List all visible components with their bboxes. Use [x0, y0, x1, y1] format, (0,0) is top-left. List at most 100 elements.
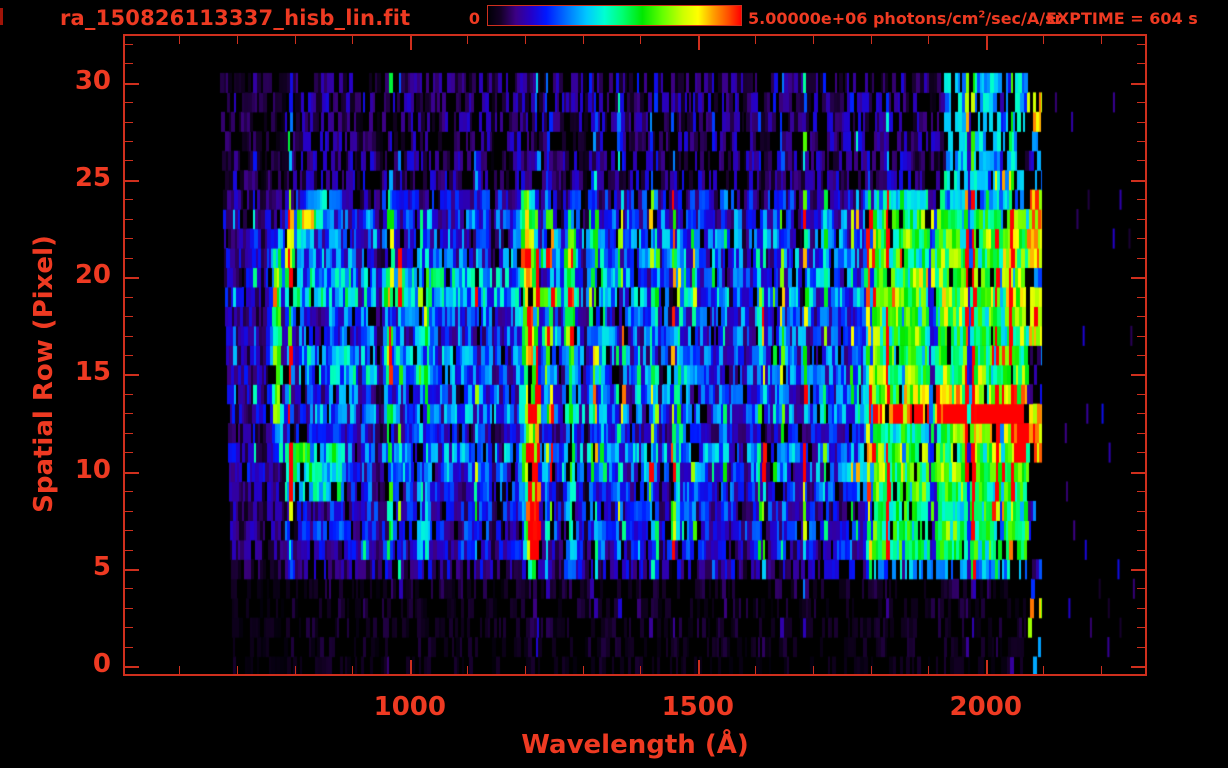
- axis-tick: [1043, 36, 1044, 44]
- axis-tick: [352, 666, 353, 674]
- axis-tick: [125, 258, 133, 259]
- axis-tick: [125, 588, 133, 589]
- axis-tick: [1137, 491, 1145, 492]
- y-tick-label: 20: [47, 260, 111, 290]
- axis-tick: [410, 660, 412, 674]
- axis-tick: [125, 627, 133, 628]
- axis-tick: [1137, 588, 1145, 589]
- axis-tick: [755, 666, 756, 674]
- axis-tick: [1101, 36, 1102, 44]
- y-tick-label: 30: [47, 66, 111, 96]
- axis-tick: [1137, 44, 1145, 45]
- axis-tick: [125, 452, 133, 453]
- page-title: ra_150826113337_hisb_lin.fit: [60, 6, 410, 30]
- axis-tick: [125, 297, 133, 298]
- axis-tick: [1137, 530, 1145, 531]
- axis-tick: [1137, 219, 1145, 220]
- axis-tick: [125, 569, 139, 571]
- axis-tick: [525, 36, 526, 44]
- spectral-viewer: ra_150826113337_hisb_lin.fit 0 5.00000e+…: [0, 0, 1228, 768]
- axis-tick: [1101, 666, 1102, 674]
- axis-tick: [125, 219, 133, 220]
- x-axis-title: Wavelength (Å): [521, 730, 748, 760]
- axis-tick: [125, 102, 133, 103]
- axis-tick: [125, 141, 133, 142]
- axis-tick: [125, 277, 139, 279]
- axis-tick: [1131, 374, 1145, 376]
- axis-tick: [986, 36, 988, 50]
- axis-tick: [410, 36, 412, 50]
- axis-tick: [1137, 238, 1145, 239]
- axis-tick: [125, 511, 133, 512]
- axis-tick: [125, 316, 133, 317]
- axis-tick: [1137, 199, 1145, 200]
- axis-tick: [698, 660, 700, 674]
- axis-tick: [125, 550, 133, 551]
- axis-tick: [525, 666, 526, 674]
- colorbar-max-label: 5.00000e+06 photons/cm2/sec/A/sr: [748, 9, 1063, 28]
- axis-tick: [125, 530, 133, 531]
- axis-tick: [237, 666, 238, 674]
- axis-tick: [125, 608, 133, 609]
- axis-tick: [125, 374, 139, 376]
- x-tick-label: 2000: [916, 692, 1056, 722]
- axis-tick: [1131, 277, 1145, 279]
- y-tick-label: 10: [47, 455, 111, 485]
- axis-tick: [640, 666, 641, 674]
- axis-tick: [755, 36, 756, 44]
- axis-tick: [1137, 394, 1145, 395]
- axis-tick: [237, 36, 238, 44]
- colorbar-min-label: 0: [450, 9, 480, 28]
- axis-tick: [1137, 122, 1145, 123]
- axis-tick: [295, 666, 296, 674]
- axis-tick: [125, 394, 133, 395]
- axis-tick: [1137, 160, 1145, 161]
- axis-tick: [1137, 336, 1145, 337]
- x-tick-label: 1500: [628, 692, 768, 722]
- axis-tick: [125, 44, 133, 45]
- axis-tick: [1131, 666, 1145, 668]
- axis-tick: [1137, 452, 1145, 453]
- axis-tick: [125, 472, 139, 474]
- axis-tick: [1137, 297, 1145, 298]
- axis-tick: [1137, 141, 1145, 142]
- axis-tick: [1131, 180, 1145, 182]
- axis-tick: [467, 36, 468, 44]
- y-tick-label: 15: [47, 357, 111, 387]
- axis-tick: [1137, 550, 1145, 551]
- axis-tick: [125, 491, 133, 492]
- axis-tick: [986, 660, 988, 674]
- axis-tick: [1137, 102, 1145, 103]
- axis-tick: [928, 36, 929, 44]
- axis-tick: [467, 666, 468, 674]
- axis-tick: [871, 36, 872, 44]
- axis-tick: [125, 355, 133, 356]
- colorbar: [487, 5, 742, 26]
- axis-tick: [352, 36, 353, 44]
- y-tick-label: 25: [47, 163, 111, 193]
- axis-tick: [640, 36, 641, 44]
- axis-tick: [125, 160, 133, 161]
- axis-tick: [1137, 647, 1145, 648]
- axis-tick: [1043, 666, 1044, 674]
- axis-tick: [1137, 433, 1145, 434]
- axis-tick: [125, 647, 133, 648]
- axis-tick: [125, 336, 133, 337]
- axis-tick: [179, 666, 180, 674]
- axis-tick: [125, 83, 139, 85]
- axis-tick: [1137, 608, 1145, 609]
- axis-tick: [125, 199, 133, 200]
- axis-tick: [125, 122, 133, 123]
- axis-tick: [928, 666, 929, 674]
- axis-tick: [1137, 258, 1145, 259]
- axis-tick: [1137, 316, 1145, 317]
- exptime-label: EXPTIME = 604 s: [1046, 9, 1198, 28]
- axis-tick: [125, 238, 133, 239]
- axis-tick: [1137, 63, 1145, 64]
- x-tick-label: 1000: [340, 692, 480, 722]
- axis-tick: [1137, 627, 1145, 628]
- axis-tick: [1137, 511, 1145, 512]
- axis-tick: [125, 433, 133, 434]
- y-tick-label: 0: [47, 649, 111, 679]
- axis-tick: [813, 666, 814, 674]
